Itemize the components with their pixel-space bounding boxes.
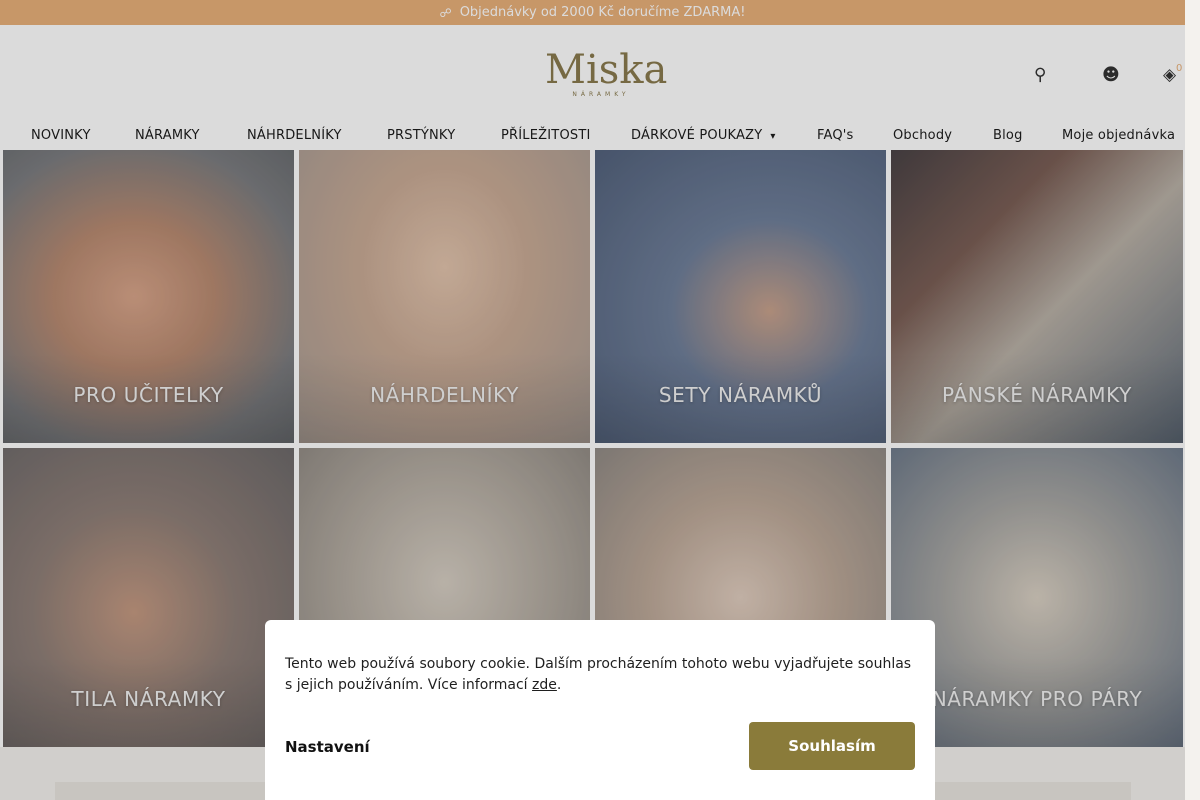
- cookie-message-end: .: [556, 677, 562, 693]
- cookie-message: Tento web používá soubory cookie. Dalším…: [285, 654, 915, 696]
- cookie-agree-button[interactable]: Souhlasím: [749, 722, 915, 770]
- cookie-settings-button[interactable]: Nastavení: [285, 738, 370, 756]
- cookie-message-text: Tento web používá soubory cookie. Dalším…: [285, 656, 912, 693]
- cookie-more-info-link[interactable]: zde: [532, 677, 557, 693]
- cookie-consent-dialog: Tento web používá soubory cookie. Dalším…: [265, 620, 935, 800]
